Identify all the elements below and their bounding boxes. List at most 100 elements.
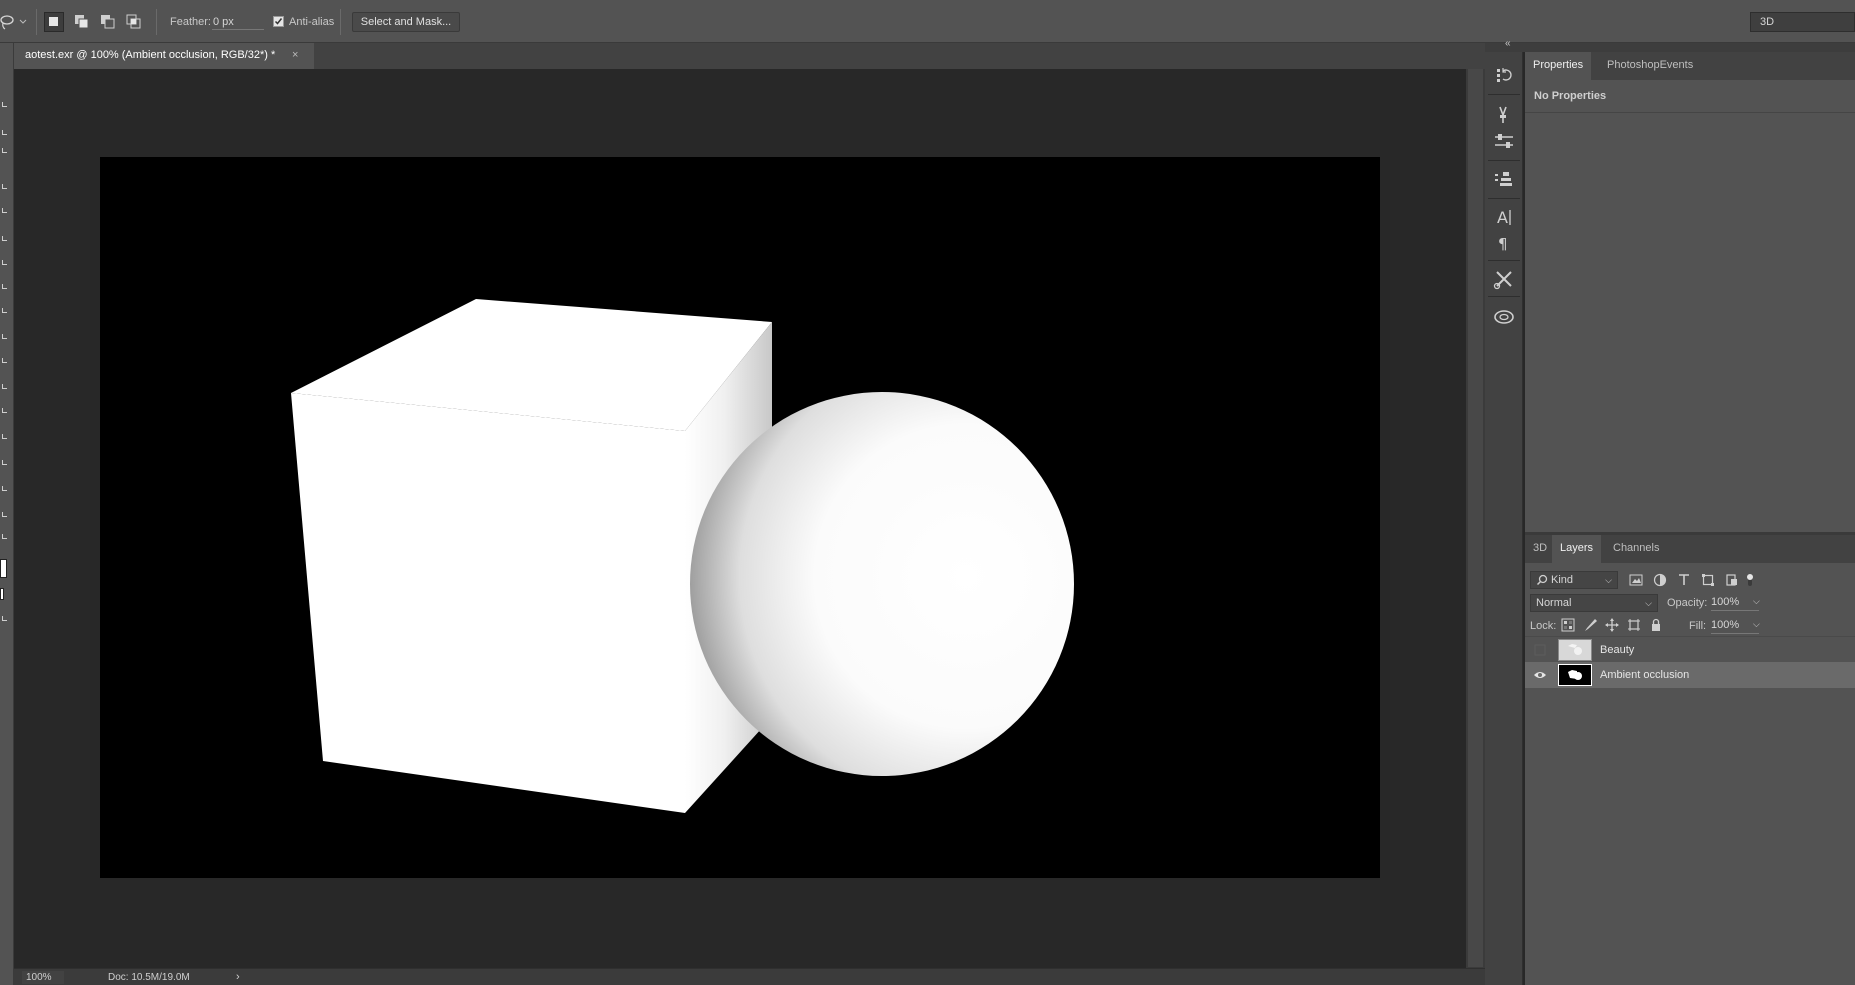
tab-channels[interactable]: Channels xyxy=(1605,535,1667,563)
eraser-tool-icon[interactable] xyxy=(0,331,10,343)
adjustment-layer-filter-icon[interactable] xyxy=(1653,573,1667,587)
render-image xyxy=(291,299,1074,813)
options-separator xyxy=(156,9,157,35)
layer-row-beauty[interactable]: Beauty xyxy=(1525,636,1855,662)
sphere xyxy=(690,392,1074,776)
crop-tool-icon[interactable] xyxy=(0,181,10,193)
fill-field[interactable]: 100% xyxy=(1711,618,1759,634)
type-tool-icon[interactable] xyxy=(0,431,10,443)
divider xyxy=(1525,112,1855,113)
dock-separator xyxy=(1488,296,1520,297)
lock-position-icon[interactable] xyxy=(1605,618,1619,632)
no-properties-message: No Properties xyxy=(1534,90,1607,102)
feather-label: Feather: xyxy=(170,16,211,28)
collapse-panels-icon[interactable]: « xyxy=(1505,38,1511,50)
lock-label: Lock: xyxy=(1530,620,1557,632)
swap-colors-icon[interactable] xyxy=(0,531,10,543)
smart-object-filter-icon[interactable] xyxy=(1725,573,1739,587)
feather-input[interactable] xyxy=(212,14,264,30)
status-bar: 100% Doc: 10.5M/19.0M › xyxy=(14,968,1485,985)
lasso-tool-icon[interactable] xyxy=(0,127,10,139)
layer-visibility-toggle[interactable] xyxy=(1533,668,1547,682)
layer-visibility-toggle[interactable] xyxy=(1533,643,1547,657)
blend-mode-select[interactable]: Normal ⌵ xyxy=(1530,594,1658,612)
brush-icon xyxy=(1499,106,1507,123)
background-color-swatch[interactable] xyxy=(0,588,4,600)
quick-selection-tool-icon[interactable] xyxy=(0,145,10,157)
brush-settings-panel-button[interactable] xyxy=(1489,102,1519,128)
tools-panel xyxy=(0,43,14,985)
options-separator xyxy=(36,9,37,35)
document-tab-title: aotest.exr @ 100% (Ambient occlusion, RG… xyxy=(25,49,276,61)
workspace-switcher[interactable]: 3D xyxy=(1750,12,1855,32)
tool-presets-icon xyxy=(1493,271,1512,290)
opacity-field[interactable]: 100% xyxy=(1711,595,1759,611)
lock-artboard-icon[interactable] xyxy=(1627,618,1641,632)
tab-properties[interactable]: Properties xyxy=(1525,52,1592,80)
ambient-occlusion-thumbnail-image xyxy=(1559,665,1591,685)
chevron-down-icon[interactable]: ⌵ xyxy=(1753,619,1760,630)
paragraph-panel-button[interactable]: ¶ xyxy=(1489,230,1519,256)
subtract-from-selection-button[interactable] xyxy=(100,14,116,30)
hand-tool-icon[interactable] xyxy=(0,509,10,521)
quick-mask-icon[interactable] xyxy=(0,613,10,625)
layer-filter-kind-select[interactable]: Kind ⌵ xyxy=(1530,571,1618,589)
clone-source-panel-button[interactable] xyxy=(1489,166,1519,192)
document-canvas[interactable] xyxy=(100,157,1380,878)
tab-photoshop-events[interactable]: PhotoshopEvents xyxy=(1599,52,1701,80)
marquee-tool-icon[interactable] xyxy=(0,99,10,111)
add-to-selection-button[interactable] xyxy=(74,14,90,30)
close-icon[interactable]: × xyxy=(292,43,298,68)
clone-stamp-tool-icon[interactable] xyxy=(0,281,10,293)
chevron-down-icon[interactable]: ⌵ xyxy=(1753,596,1760,607)
layer-name: Beauty xyxy=(1600,644,1635,656)
shape-layer-filter-icon[interactable] xyxy=(1701,573,1715,587)
panel-icon-dock: A ¶ xyxy=(1485,52,1523,985)
libraries-panel-button[interactable] xyxy=(1489,304,1519,330)
canvas-area[interactable] xyxy=(14,69,1466,968)
pen-tool-icon[interactable] xyxy=(0,405,10,417)
opacity-label: Opacity: xyxy=(1667,597,1708,609)
layer-row-ambient-occlusion[interactable]: Ambient occlusion xyxy=(1525,662,1855,688)
intersect-selection-button[interactable] xyxy=(126,14,142,30)
layer-name: Ambient occlusion xyxy=(1600,669,1690,681)
subtract-from-selection-icon xyxy=(101,15,115,29)
anti-alias-checkbox[interactable] xyxy=(273,16,284,27)
history-panel-button[interactable] xyxy=(1489,62,1519,88)
lock-all-icon[interactable] xyxy=(1649,618,1663,632)
checkmark-icon xyxy=(274,18,283,25)
tab-layers[interactable]: Layers xyxy=(1552,535,1602,563)
vertical-scrollbar-thumb[interactable] xyxy=(1468,69,1483,967)
lock-transparent-pixels-icon[interactable] xyxy=(1561,618,1575,632)
zoom-level-field[interactable]: 100% xyxy=(22,971,64,984)
gradient-tool-icon[interactable] xyxy=(0,355,10,367)
dock-separator xyxy=(1488,260,1520,261)
eyedropper-tool-icon[interactable] xyxy=(0,205,10,217)
rectangle-tool-icon[interactable] xyxy=(0,483,10,495)
tool-presets-panel-button[interactable] xyxy=(1489,266,1519,292)
brush-tool-icon[interactable] xyxy=(0,257,10,269)
path-selection-tool-icon[interactable] xyxy=(0,457,10,469)
select-and-mask-button[interactable]: Select and Mask... xyxy=(352,12,460,32)
tab-3d[interactable]: 3D xyxy=(1525,535,1555,563)
history-brush-tool-icon[interactable] xyxy=(0,305,10,317)
adjustment-sliders-icon xyxy=(1495,134,1513,148)
foreground-color-swatch[interactable] xyxy=(0,559,7,578)
document-tab[interactable]: aotest.exr @ 100% (Ambient occlusion, RG… xyxy=(14,43,314,69)
chevron-down-icon: ⌵ xyxy=(1605,575,1612,585)
type-layer-filter-icon[interactable] xyxy=(1677,573,1691,587)
dodge-tool-icon[interactable] xyxy=(0,381,10,393)
chevron-right-icon[interactable]: › xyxy=(236,969,240,985)
lasso-tool-preset-icon[interactable] xyxy=(0,13,28,31)
layers-panel-tabs: 3D Layers Channels xyxy=(1525,535,1855,563)
new-selection-button[interactable] xyxy=(44,12,64,32)
character-panel-button[interactable]: A xyxy=(1489,204,1519,230)
filter-toggle-icon[interactable] xyxy=(1745,573,1755,587)
adjustments-panel-button[interactable] xyxy=(1489,128,1519,154)
document-size-info[interactable]: Doc: 10.5M/19.0M xyxy=(108,969,190,985)
lock-image-pixels-icon[interactable] xyxy=(1583,618,1597,632)
add-to-selection-icon xyxy=(75,15,89,29)
healing-brush-tool-icon[interactable] xyxy=(0,233,10,245)
pixel-layer-filter-icon[interactable] xyxy=(1629,573,1643,587)
dock-separator xyxy=(1488,94,1520,95)
